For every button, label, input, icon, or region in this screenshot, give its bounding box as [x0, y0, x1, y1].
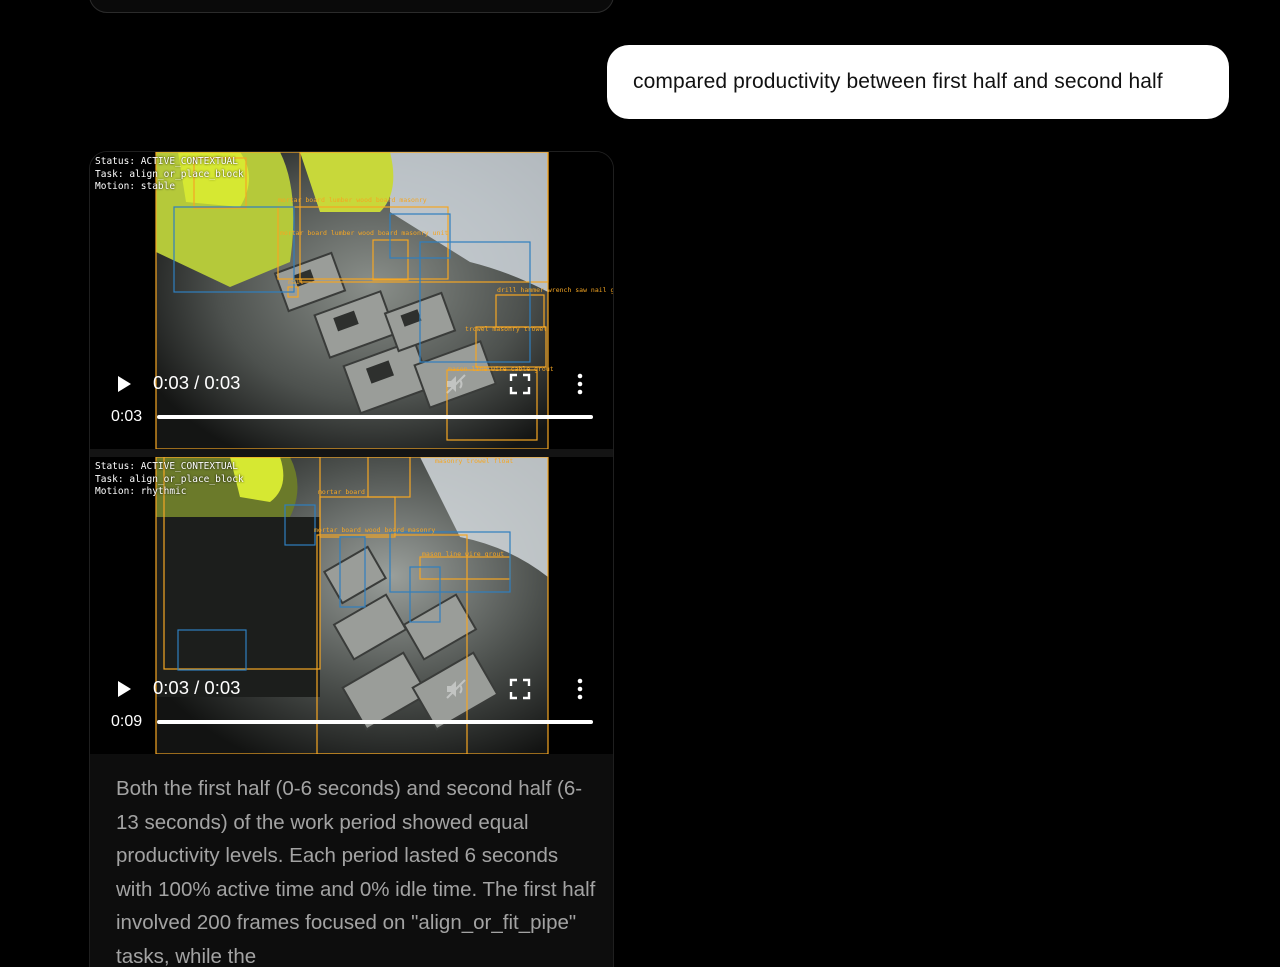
hud-task: Task: align_or_place_block [95, 473, 244, 485]
detection-label: drill hammer wrench saw nail gun p [497, 286, 614, 294]
video-controls: 0:03 / 0:03 [90, 669, 613, 709]
video-player-second-half[interactable]: masonry trowel float mortar board mortar… [90, 457, 613, 754]
detection-label: mortar board [318, 488, 365, 496]
seek-time: 0:09 [111, 713, 143, 730]
seek-time: 0:03 [111, 408, 143, 425]
fullscreen-icon[interactable] [509, 678, 531, 700]
hud-task: Task: align_or_place_block [95, 168, 244, 180]
volume-muted-icon [446, 679, 466, 699]
video-frame: masonry trowel float mortar board mortar… [90, 457, 613, 754]
fullscreen-icon[interactable] [509, 373, 531, 395]
video-player-first-half[interactable]: mortar board lumber wood board masonry m… [90, 152, 614, 449]
video-divider [90, 449, 613, 457]
hud-status: Status: ACTIVE_CONTEXTUAL [95, 461, 238, 472]
video-frame: mortar board lumber wood board masonry m… [90, 152, 614, 449]
detection-label: mortar board wood board masonry [314, 526, 435, 534]
assistant-response-text: Both the first half (0-6 seconds) and se… [116, 777, 596, 967]
video-hud-overlay: Status: ACTIVE_CONTEXTUAL Task: align_or… [95, 156, 244, 194]
detection-label: trowel masonry trowel [465, 325, 547, 333]
user-message-bubble: compared productivity between first half… [607, 45, 1229, 119]
detection-label: masonry trowel float [435, 457, 513, 465]
more-vertical-icon[interactable] [576, 677, 584, 701]
volume-muted-icon [446, 374, 466, 394]
hud-status: Status: ACTIVE_CONTEXTUAL [95, 156, 238, 167]
play-icon[interactable] [116, 679, 132, 699]
time-display: 0:03 / 0:03 [153, 372, 241, 393]
seek-bar[interactable] [157, 415, 593, 419]
seek-bar[interactable] [157, 720, 593, 724]
assistant-message-card: mortar board lumber wood board masonry m… [89, 151, 614, 967]
video-controls: 0:03 / 0:03 [90, 364, 613, 404]
hud-motion: Motion: rhythmic [95, 486, 187, 497]
detection-label: nail [288, 278, 304, 286]
hud-motion: Motion: stable [95, 181, 176, 192]
play-icon[interactable] [116, 374, 132, 394]
detection-label: mortar board lumber wood board masonry [278, 196, 427, 204]
user-message-text: compared productivity between first half… [633, 70, 1163, 93]
detection-label: mason line wire grout [422, 550, 504, 558]
detection-label: mortar board lumber wood board masonry u… [280, 229, 448, 237]
time-display: 0:03 / 0:03 [153, 677, 241, 698]
video-hud-overlay: Status: ACTIVE_CONTEXTUAL Task: align_or… [95, 461, 244, 499]
previous-message-card [89, 0, 614, 13]
more-vertical-icon[interactable] [576, 372, 584, 396]
